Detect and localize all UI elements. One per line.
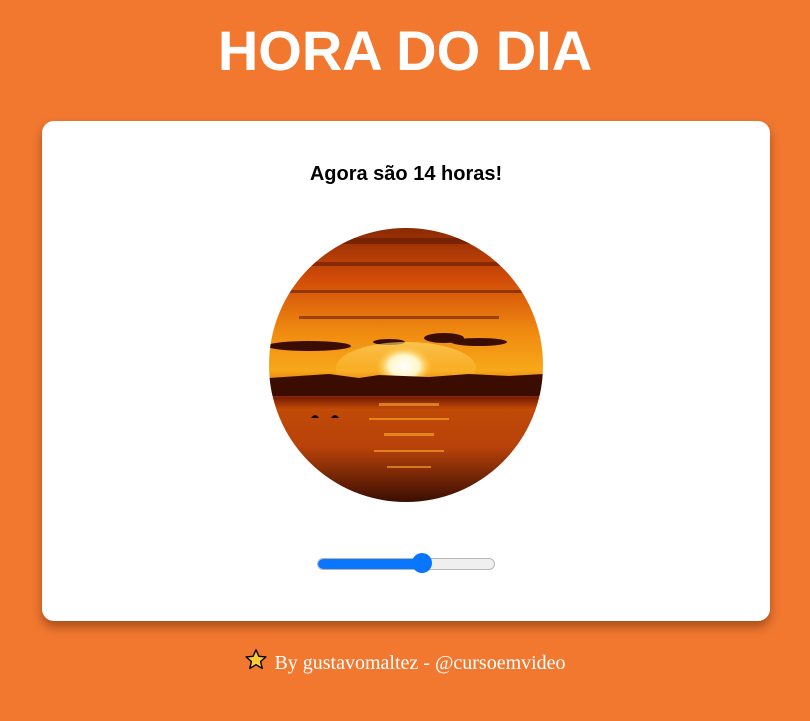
slider-track[interactable] bbox=[317, 558, 495, 570]
slider-fill bbox=[318, 559, 423, 569]
sunset-photo bbox=[269, 228, 543, 502]
horizon-land bbox=[269, 374, 543, 396]
time-message: Agora são 14 horas! bbox=[309, 163, 503, 185]
main-card: Agora são 14 horas! bbox=[42, 121, 770, 621]
star-icon bbox=[244, 648, 268, 679]
slider-thumb[interactable] bbox=[411, 553, 432, 573]
page-title: HORA DO DIA bbox=[217, 19, 593, 82]
footer-credit: By gustavomaltez - @cursoemvideo bbox=[274, 652, 566, 674]
footer: By gustavomaltez - @cursoemvideo bbox=[0, 648, 810, 679]
hour-slider[interactable] bbox=[317, 550, 495, 578]
